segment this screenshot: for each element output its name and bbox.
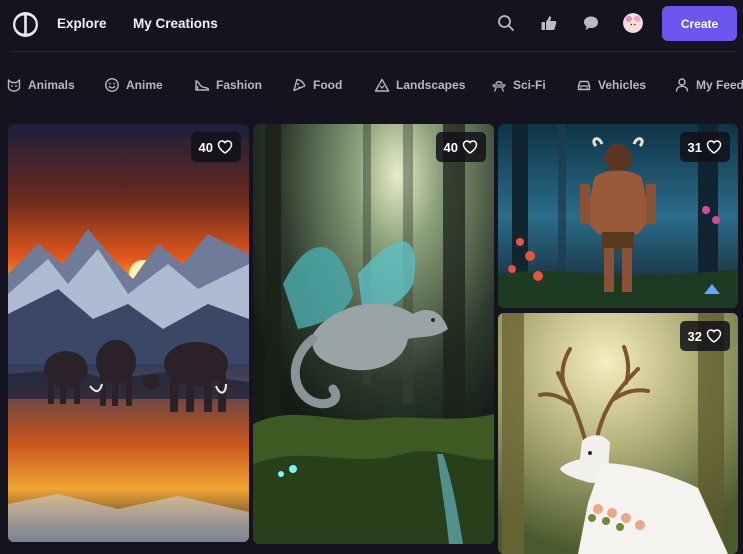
category-animals[interactable]: Animals: [6, 76, 75, 94]
high-heel-icon: [195, 80, 210, 91]
top-bar: Explore My Creations Create: [0, 0, 743, 50]
thumbs-up-icon[interactable]: [540, 14, 558, 32]
like-button[interactable]: 40: [190, 132, 241, 162]
gallery-card-dragon[interactable]: 40: [253, 124, 494, 544]
chat-bubble-icon[interactable]: [582, 14, 600, 32]
like-button[interactable]: 32: [679, 321, 730, 351]
cat-face-icon: [7, 79, 21, 92]
heart-icon: [706, 329, 722, 343]
mountain-icon: [374, 78, 390, 92]
category-label: Landscapes: [396, 78, 466, 92]
category-label: Animals: [28, 78, 75, 92]
gallery-card-mammoths[interactable]: 40: [8, 124, 249, 542]
category-label: Food: [313, 78, 343, 92]
category-anime[interactable]: Anime: [104, 76, 163, 94]
app-logo-icon[interactable]: [12, 11, 39, 38]
category-label: Vehicles: [598, 78, 647, 92]
category-label: Sci-Fi: [513, 78, 546, 92]
heart-icon: [217, 140, 233, 154]
heart-icon: [706, 140, 722, 154]
artwork-image: [253, 124, 494, 544]
avatar[interactable]: [623, 13, 643, 33]
search-icon[interactable]: [497, 14, 515, 32]
artwork-image: [8, 124, 249, 542]
pizza-slice-icon: [293, 78, 306, 92]
category-landscapes[interactable]: Landscapes: [374, 76, 465, 94]
like-button[interactable]: 31: [679, 132, 730, 162]
like-count: 32: [687, 328, 702, 344]
heart-icon: [462, 140, 478, 154]
smiley-icon: [105, 78, 119, 92]
like-count: 40: [443, 139, 458, 155]
user-icon: [675, 78, 689, 92]
like-button[interactable]: 40: [435, 132, 486, 162]
like-count: 31: [687, 139, 702, 155]
ufo-icon: [492, 81, 506, 92]
nav-explore[interactable]: Explore: [57, 16, 107, 31]
create-button[interactable]: Create: [662, 6, 737, 41]
category-sci-fi[interactable]: Sci-Fi: [491, 76, 546, 94]
category-my-feed[interactable]: My Feed: [674, 76, 743, 94]
category-food[interactable]: Food: [291, 76, 342, 94]
gallery-card-minotaur[interactable]: 31: [498, 124, 738, 308]
category-label: My Feed: [696, 78, 743, 92]
gallery-card-white-stag[interactable]: 32: [498, 313, 738, 554]
category-label: Anime: [126, 78, 163, 92]
category-fashion[interactable]: Fashion: [194, 76, 262, 94]
header-divider: [10, 51, 736, 52]
nav-my-creations[interactable]: My Creations: [133, 16, 218, 31]
like-count: 40: [198, 139, 213, 155]
car-icon: [577, 80, 591, 91]
category-vehicles[interactable]: Vehicles: [576, 76, 646, 94]
category-label: Fashion: [216, 78, 263, 92]
